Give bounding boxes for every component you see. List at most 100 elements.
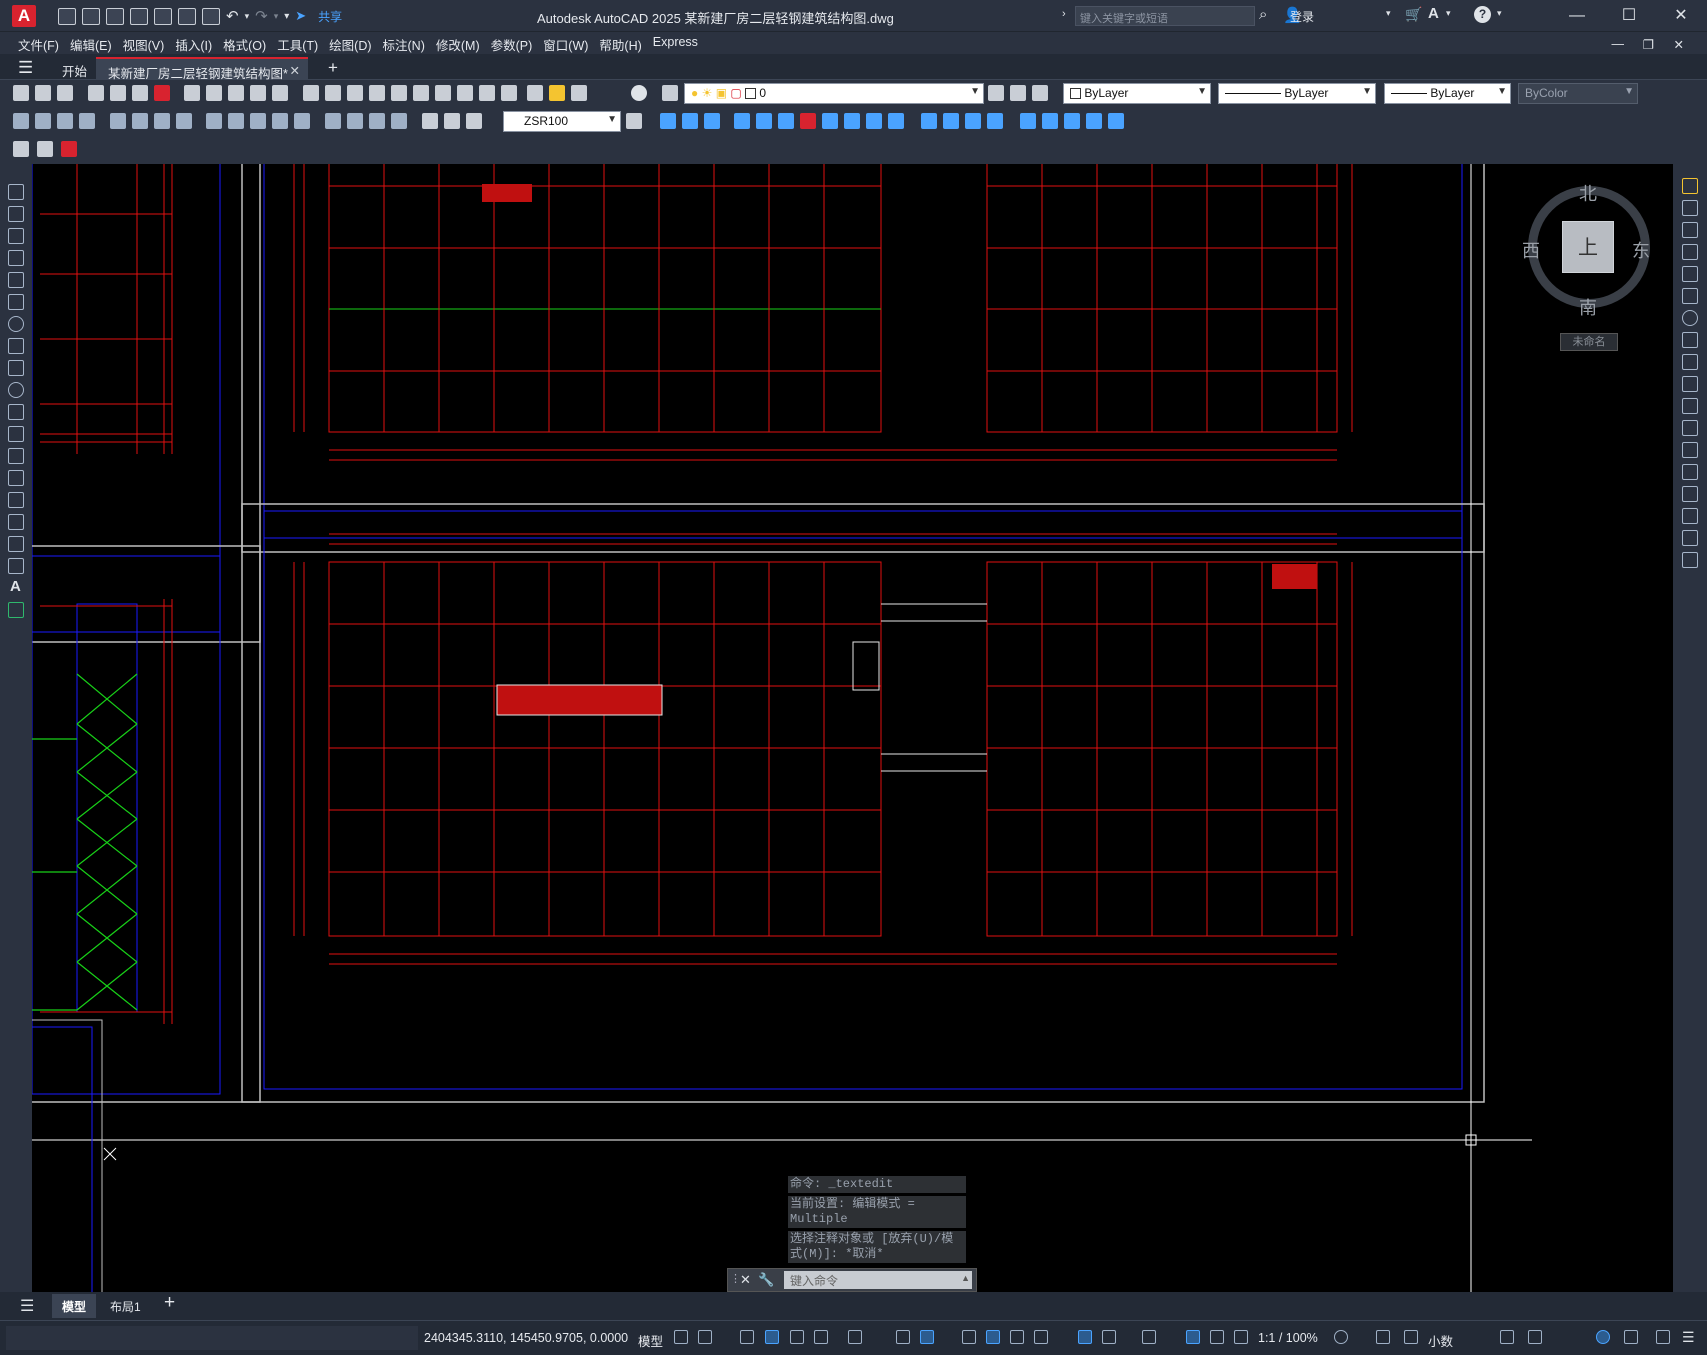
customization-icon[interactable]: ☰	[1682, 1329, 1695, 1346]
layer-manager-icon[interactable]	[662, 85, 678, 101]
zoom-previous-icon[interactable]	[369, 85, 385, 101]
tb-copy-icon[interactable]	[206, 85, 222, 101]
tab-layout1[interactable]: 布局1	[100, 1294, 151, 1318]
tb-properties-icon[interactable]	[391, 85, 407, 101]
plot-icon[interactable]	[202, 7, 220, 25]
rotate-icon[interactable]	[778, 113, 794, 129]
menu-modify[interactable]: 修改(M)	[436, 32, 491, 54]
viewcube-top-face[interactable]: 上	[1562, 221, 1614, 273]
polyline-icon[interactable]	[8, 228, 24, 244]
tb-cut-icon[interactable]	[184, 85, 200, 101]
scale-icon[interactable]	[822, 113, 838, 129]
menu-edit[interactable]: 编辑(E)	[70, 32, 123, 54]
viewcube-east[interactable]: 东	[1632, 237, 1650, 263]
menu-insert[interactable]: 插入(I)	[175, 32, 223, 54]
tb-open-icon[interactable]	[35, 85, 51, 101]
plotstyle-dropdown[interactable]: ByColor ▼	[1518, 83, 1638, 104]
tb-sheetset-icon[interactable]	[457, 85, 473, 101]
dim-break-icon[interactable]	[294, 113, 310, 129]
help-icon[interactable]: ?	[1474, 6, 1491, 23]
r-join-icon[interactable]	[1682, 464, 1698, 480]
line-icon[interactable]	[8, 184, 24, 200]
customize-qat-icon[interactable]: ▾	[284, 11, 289, 22]
menu-tools[interactable]: 工具(T)	[277, 32, 329, 54]
account-dropdown-icon[interactable]: ▾	[1446, 8, 1451, 19]
tb-new-icon[interactable]	[13, 85, 29, 101]
tb-markup-icon[interactable]	[479, 85, 495, 101]
menu-view[interactable]: 视图(V)	[123, 32, 176, 54]
transparency-icon[interactable]	[986, 1330, 1000, 1344]
chamfer-icon[interactable]	[965, 113, 981, 129]
dim-text-edit-icon[interactable]	[444, 113, 460, 129]
pan-icon[interactable]	[303, 85, 319, 101]
layer-states-icon[interactable]	[1032, 85, 1048, 101]
menu-draw[interactable]: 绘图(D)	[329, 32, 382, 54]
annotation-visibility-icon[interactable]	[1186, 1330, 1200, 1344]
arc-icon[interactable]	[8, 294, 24, 310]
tb-layer-prop-icon[interactable]	[527, 85, 543, 101]
linetype-dropdown[interactable]: ByLayer ▼	[1218, 83, 1376, 104]
region-icon[interactable]	[8, 536, 24, 552]
selection-cycling-icon[interactable]	[1010, 1330, 1024, 1344]
command-input[interactable]: 键入命令	[784, 1271, 972, 1289]
minimize-button[interactable]: —	[1551, 0, 1603, 32]
annotation-scale-icon[interactable]	[1234, 1330, 1248, 1344]
r-copy-icon[interactable]	[1682, 200, 1698, 216]
layer-previous-icon[interactable]	[1010, 85, 1026, 101]
dim-continue-icon[interactable]	[250, 113, 266, 129]
spline-icon[interactable]	[8, 360, 24, 376]
edit-polyline-icon[interactable]	[1108, 113, 1124, 129]
dim-arc-icon[interactable]	[57, 113, 73, 129]
save-web-icon[interactable]	[178, 7, 196, 25]
menu-help[interactable]: 帮助(H)	[599, 32, 652, 54]
r-array-icon[interactable]	[1682, 266, 1698, 282]
stretch-icon[interactable]	[844, 113, 860, 129]
move-icon[interactable]	[660, 113, 676, 129]
quick-properties-icon[interactable]	[1500, 1330, 1514, 1344]
extend-icon[interactable]	[888, 113, 904, 129]
tb-designcenter-icon[interactable]	[413, 85, 429, 101]
save-as-icon[interactable]	[130, 7, 148, 25]
r-extend-icon[interactable]	[1682, 398, 1698, 414]
tab-active-drawing[interactable]: 某新建厂房二层轻钢建筑结构图* ✕	[96, 57, 308, 81]
inspect-icon[interactable]	[369, 113, 385, 129]
r-stretch-icon[interactable]	[1682, 354, 1698, 370]
hamburger-menu-icon[interactable]: ☰	[18, 58, 33, 78]
doc-minimize-button[interactable]: —	[1612, 34, 1636, 51]
dim-space-icon[interactable]	[272, 113, 288, 129]
dim-diameter-icon[interactable]	[154, 113, 170, 129]
command-history-toggle-icon[interactable]: ▲	[961, 1273, 970, 1283]
clean-screen-icon[interactable]	[1656, 1330, 1670, 1344]
close-command-icon[interactable]: ✕	[740, 1272, 751, 1288]
insert-icon[interactable]	[8, 426, 24, 442]
explode-icon[interactable]	[1020, 113, 1036, 129]
wcs-menu[interactable]: 未命名	[1560, 333, 1618, 351]
units-value[interactable]: 小数	[1428, 1331, 1453, 1350]
isodraft-icon[interactable]	[848, 1330, 862, 1344]
hardware-accel-icon[interactable]	[1596, 1330, 1610, 1344]
r-fillet-icon[interactable]	[1682, 508, 1698, 524]
rectangle-icon[interactable]	[8, 272, 24, 288]
circle-icon[interactable]	[8, 316, 24, 332]
r-offset-icon[interactable]	[1682, 244, 1698, 260]
annotation-scale-value[interactable]: 1:1 / 100%	[1258, 1331, 1318, 1345]
gizmo-icon[interactable]	[1142, 1330, 1156, 1344]
lengthen-icon[interactable]	[1086, 113, 1102, 129]
tb-save-icon[interactable]	[57, 85, 73, 101]
r-trim-icon[interactable]	[1682, 376, 1698, 392]
tb-3dprint-icon[interactable]	[154, 85, 170, 101]
layout-menu-icon[interactable]: ☰	[20, 1296, 34, 1316]
lineweight-dropdown[interactable]: ByLayer ▼	[1384, 83, 1511, 104]
autocad-logo[interactable]: A	[12, 5, 36, 27]
osnap-icon[interactable]	[920, 1330, 934, 1344]
undo-icon[interactable]: ↶	[226, 7, 239, 25]
create-block-icon[interactable]	[37, 141, 53, 157]
tb-toolpalettes-icon[interactable]	[435, 85, 451, 101]
offset-icon[interactable]	[734, 113, 750, 129]
align-icon[interactable]	[1064, 113, 1080, 129]
ellipse-arc-icon[interactable]	[8, 404, 24, 420]
fillet-icon[interactable]	[987, 113, 1003, 129]
array-icon[interactable]	[756, 113, 772, 129]
doc-close-button[interactable]: ✕	[1674, 34, 1695, 52]
tb-block-editor-icon[interactable]	[272, 85, 288, 101]
